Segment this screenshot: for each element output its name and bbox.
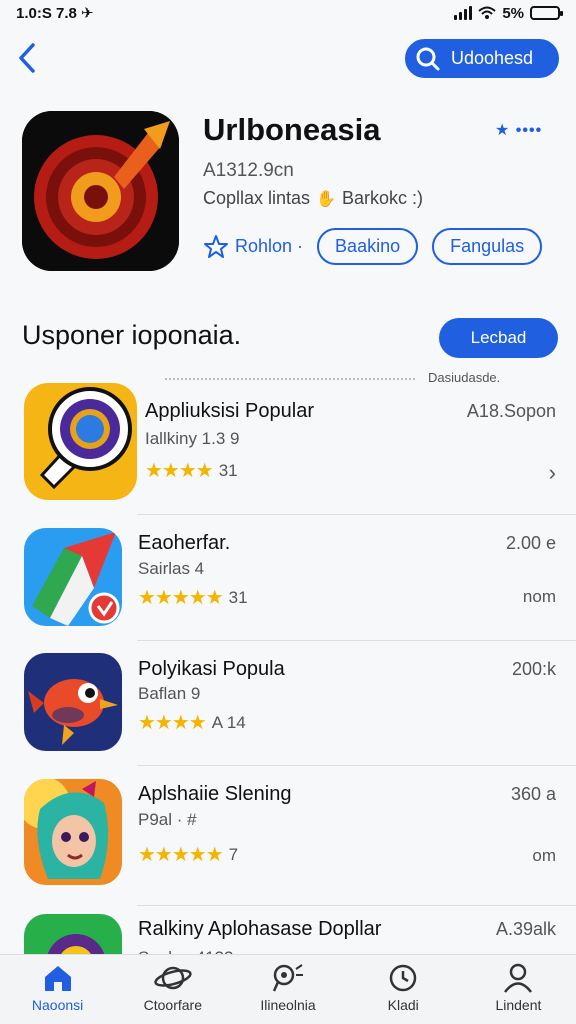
app-rating: ★★★★★ 7 (138, 842, 238, 867)
app-size: A1312.9cn (203, 160, 294, 181)
app-name: Polyikasi Popula (138, 658, 285, 680)
status-time: 1.0:S 7.8 ✈ (16, 5, 94, 22)
list-item[interactable]: Appliuksisi Popular Iallkiny 1.3 9 ★★★★ … (0, 380, 576, 515)
tab-home[interactable]: Naoonsi (0, 955, 115, 1024)
app-icon-main (22, 111, 179, 271)
app-rating: ★★★★ 31 (145, 458, 238, 483)
hand-icon: ✋ (316, 190, 336, 208)
search-icon (413, 43, 443, 74)
wifi-icon (478, 6, 496, 19)
tab-location[interactable]: Ilineolnia (230, 955, 345, 1024)
app-subtitle-text: Copllax lintas (203, 188, 311, 208)
app-name: Eaoherfar. (138, 532, 231, 554)
rating-count: 7 (228, 844, 239, 864)
app-subtitle-extra: Barkokc :) (341, 188, 424, 208)
tab-label: Ilineolnia (260, 997, 316, 1013)
rating-label: Rohlon · (235, 236, 304, 256)
chevron-left-icon (19, 43, 35, 73)
section-action-button[interactable]: Lecbad (439, 318, 558, 358)
list-item[interactable]: Polyikasi Popula Baflan 9 ★★★★ A 14 200:… (0, 641, 576, 766)
status-bar: 1.0:S 7.8 ✈ 5% (0, 0, 576, 26)
star-rating-icon: ★★★★★ (138, 587, 224, 609)
chevron-right-icon: › (548, 460, 556, 485)
rating-count: 31 (218, 460, 238, 480)
search-label: Udoohesd (451, 48, 534, 68)
list-item[interactable]: Aplshaiie Slening P9al · # ★★★★★ 7 360 a… (0, 766, 576, 906)
tab-label: Ctoorfare (143, 997, 202, 1013)
app-icon-4 (24, 779, 122, 885)
more-options-button[interactable]: ★ •••• (495, 120, 542, 140)
tab-label: Lindent (495, 997, 542, 1013)
search-button[interactable]: Udoohesd (405, 39, 559, 78)
list-item[interactable]: Eaoherfar. Sairlas 4 ★★★★★ 31 2.00 e nom (0, 515, 576, 641)
home-icon (44, 966, 71, 991)
app-category: Sairlas 4 (138, 559, 205, 578)
app-category: P9al · # (138, 810, 197, 829)
star-rating-icon: ★★★★★ (138, 844, 224, 866)
app-category: Baflan 9 (138, 684, 201, 703)
app-downloads: 200:k (511, 659, 556, 679)
tab-profile[interactable]: Lindent (461, 955, 576, 1024)
person-icon (504, 963, 533, 993)
app-title: Urlboneasia (203, 112, 381, 147)
app-size: om (532, 846, 556, 865)
star-rating-icon: ★★★★ (145, 460, 214, 482)
rating-count: 31 (228, 587, 248, 607)
signal-icon (454, 6, 473, 20)
battery-icon (530, 6, 563, 20)
tab-explore[interactable]: Ctoorfare (115, 955, 230, 1024)
planet-icon (154, 966, 192, 990)
app-downloads: A.39alk (495, 919, 556, 939)
app-icon-1 (24, 383, 137, 500)
tab-clock[interactable]: Kladi (346, 955, 461, 1024)
star-rating-icon: ★★★★ (138, 712, 207, 734)
app-downloads: A18.Sopon (466, 401, 556, 421)
clock-icon (389, 964, 417, 992)
rating-link[interactable]: Rohlon · (203, 234, 303, 260)
app-subtitle: Copllax lintas ✋ Barkokc :) (203, 188, 423, 209)
app-icon-2 (24, 528, 122, 626)
tab-label: Kladi (387, 997, 419, 1013)
app-icon-3 (24, 653, 122, 751)
section-title: Usponer ioponaia. (22, 320, 242, 350)
hero-actions: Rohlon · Baakino Fangulas (203, 228, 543, 265)
app-category: Iallkiny 1.3 9 (145, 429, 240, 448)
app-name: Appliuksisi Popular (145, 400, 314, 422)
rating-count: A 14 (211, 712, 246, 732)
app-size: nom (522, 587, 556, 606)
action-button-1[interactable]: Baakino (317, 228, 419, 265)
star-outline-icon (204, 234, 228, 258)
app-name: Aplshaiie Slening (138, 783, 292, 805)
app-downloads: 2.00 e (505, 533, 556, 553)
back-button[interactable] (10, 38, 44, 78)
app-rating: ★★★★★ 31 (138, 585, 248, 610)
tab-label: Naoonsi (31, 997, 84, 1013)
battery-percent: 5% (502, 4, 524, 22)
app-name: Ralkiny Aplohasase Dopllar (138, 918, 382, 940)
action-button-2[interactable]: Fangulas (432, 228, 543, 265)
location-icon (272, 964, 303, 992)
app-rating: ★★★★ A 14 (138, 710, 246, 735)
app-downloads: 360 a (510, 784, 556, 804)
status-icons: 5% (454, 4, 563, 22)
tab-bar: Naoonsi Ctoorfare Ilineolnia Kladi Linde… (0, 954, 576, 1024)
